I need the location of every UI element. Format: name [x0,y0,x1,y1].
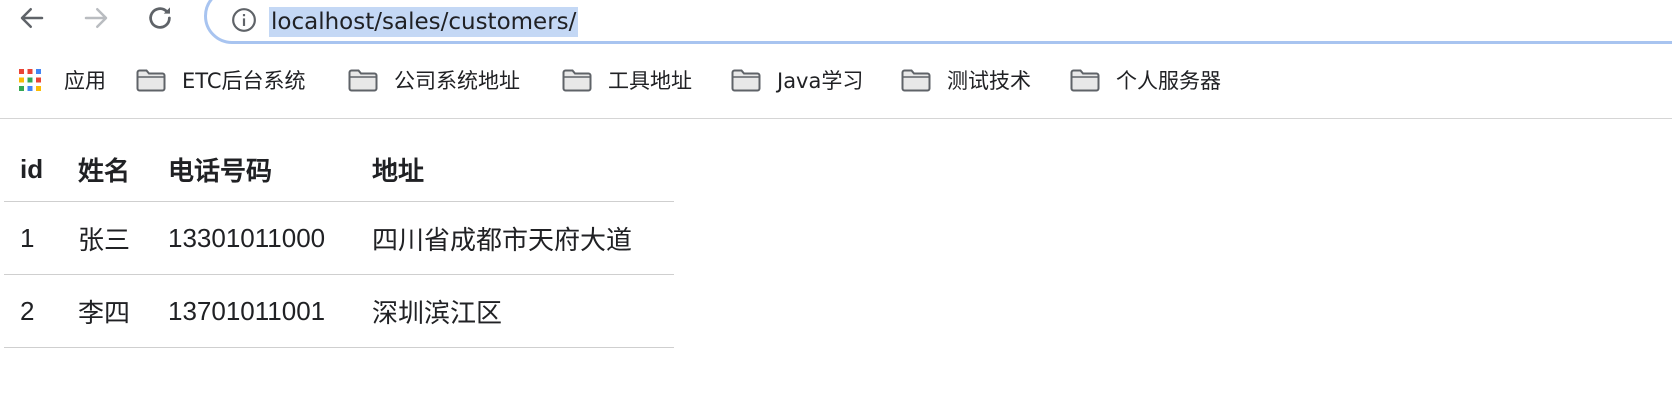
table-row: 2 李四 13701011001 深圳滨江区 [4,274,674,348]
folder-icon [562,69,592,92]
folder-icon [1070,69,1100,92]
bookmark-company-systems[interactable]: 公司系统地址 [348,58,520,102]
cell-name: 张三 [62,201,152,275]
bookmark-label: Java学习 [777,69,864,93]
column-header-phone: 电话号码 [152,137,356,202]
bookmark-label: 个人服务器 [1116,69,1221,93]
info-icon[interactable] [231,7,257,33]
apps-grid-icon [19,69,41,91]
column-header-address: 地址 [356,137,674,202]
bookmark-label: 应用 [64,69,106,93]
folder-icon [901,69,931,92]
bookmark-etc[interactable]: ETC后台系统 [136,58,306,102]
bookmark-label: 公司系统地址 [394,69,520,93]
folder-icon [136,69,166,92]
url-text[interactable]: localhost/sales/customers/ [269,7,579,37]
bookmarks-bar: 应用 ETC后台系统 公司系统地址 工具地址 Java学习 测试技术 个人服务器 [0,58,1672,119]
bookmark-apps[interactable]: 应用 [18,58,106,102]
table-row: 1 张三 13301011000 四川省成都市天府大道 [4,201,674,275]
bookmark-label: 工具地址 [608,69,692,93]
forward-button[interactable] [78,0,114,36]
cell-id: 2 [4,274,62,348]
arrow-left-icon [20,8,44,28]
back-button[interactable] [14,0,50,36]
column-header-name: 姓名 [62,137,152,202]
arrow-right-icon [84,8,108,28]
reload-button[interactable] [142,0,178,36]
page-content: id 姓名 电话号码 地址 1 张三 13301011000 四川省成都市天府大… [0,119,1672,400]
folder-icon [348,69,378,92]
bookmark-java[interactable]: Java学习 [731,58,863,102]
address-bar[interactable]: localhost/sales/customers/ [204,0,1672,44]
reload-icon [149,7,171,29]
customers-table: id 姓名 电话号码 地址 1 张三 13301011000 四川省成都市天府大… [4,137,674,348]
table-header-row: id 姓名 电话号码 地址 [4,137,674,202]
bookmark-label: ETC后台系统 [182,69,306,93]
cell-id: 1 [4,201,62,275]
cell-phone: 13301011000 [152,201,356,275]
cell-name: 李四 [62,274,152,348]
bookmark-personal-server[interactable]: 个人服务器 [1070,58,1221,102]
column-header-id: id [4,137,62,202]
folder-icon [731,69,761,92]
cell-phone: 13701011001 [152,274,356,348]
bookmark-label: 测试技术 [947,69,1031,93]
browser-toolbar: localhost/sales/customers/ [0,0,1672,44]
bookmark-testing[interactable]: 测试技术 [901,58,1031,102]
cell-address: 深圳滨江区 [356,274,674,348]
bookmark-tools[interactable]: 工具地址 [562,58,692,102]
cell-address: 四川省成都市天府大道 [356,201,674,275]
